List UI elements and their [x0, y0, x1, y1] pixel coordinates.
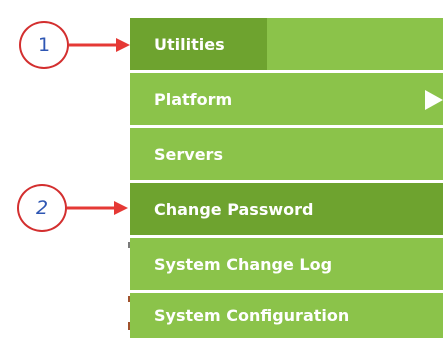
menu-tab-utilities[interactable]: Utilities	[130, 18, 267, 70]
menu-tab-bar: Utilities	[130, 18, 443, 70]
menu-item-servers[interactable]: Servers	[130, 128, 443, 180]
menu-item-system-configuration-label: System Configuration	[154, 306, 350, 325]
utilities-menu: Utilities Platform Servers Change Passwo…	[130, 18, 443, 338]
callout-2-number: 2	[35, 197, 49, 219]
menu-item-system-configuration[interactable]: System Configuration	[130, 293, 443, 338]
callout-1-arrow	[69, 38, 130, 52]
menu-item-platform-label: Platform	[154, 89, 233, 109]
callout-2-arrow	[67, 201, 128, 215]
menu-item-change-password[interactable]: Change Password	[130, 183, 443, 235]
menu-tab-utilities-label: Utilities	[154, 34, 225, 54]
menu-item-platform[interactable]: Platform	[130, 73, 443, 125]
menu-item-system-change-log[interactable]: System Change Log	[130, 238, 443, 290]
callout-1-number: 1	[37, 34, 51, 56]
callout-1: 1	[19, 21, 69, 69]
menu-item-servers-label: Servers	[154, 144, 223, 164]
chevron-right-icon	[425, 90, 443, 110]
menu-item-system-change-log-label: System Change Log	[154, 254, 333, 274]
callout-2: 2	[17, 184, 67, 232]
menu-item-change-password-label: Change Password	[154, 199, 314, 219]
